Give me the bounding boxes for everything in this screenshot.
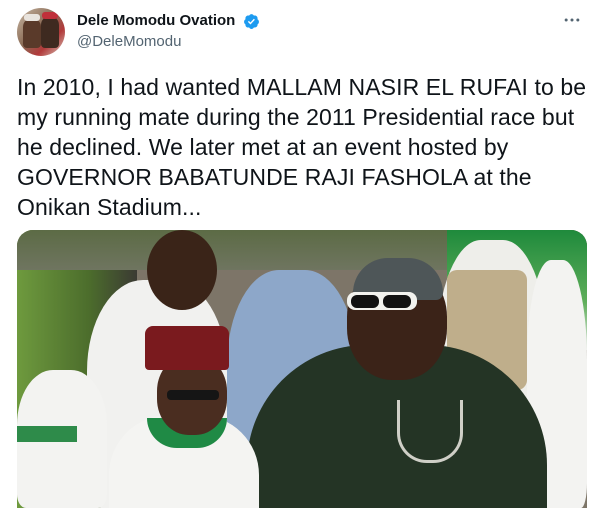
tweet-header: Dele Momodu Ovation @DeleMomodu	[17, 8, 589, 56]
author-block: Dele Momodu Ovation @DeleMomodu	[77, 11, 260, 52]
verified-badge-icon	[243, 13, 259, 29]
author-handle[interactable]: @DeleMomodu	[77, 32, 260, 52]
author-display-name[interactable]: Dele Momodu Ovation	[77, 11, 235, 31]
more-horizontal-icon[interactable]	[561, 10, 583, 30]
more-dots-icon	[564, 18, 580, 22]
tweet-photo[interactable]	[17, 230, 587, 508]
tweet-text: In 2010, I had wanted MALLAM NASIR EL RU…	[17, 74, 593, 220]
avatar[interactable]	[17, 8, 65, 56]
